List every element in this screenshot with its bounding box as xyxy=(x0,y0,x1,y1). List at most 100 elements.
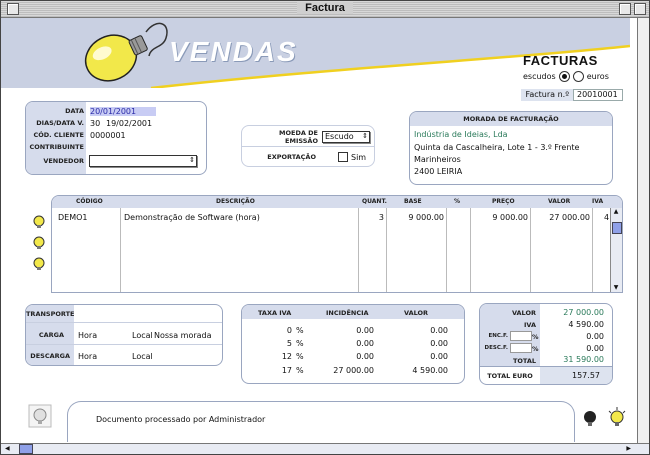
status-message: Documento processado por Administrador xyxy=(96,415,266,424)
client-code-input[interactable]: 0000001 xyxy=(90,131,126,140)
vat-base: 27 000.00 xyxy=(333,366,374,375)
vat-value: 0.00 xyxy=(430,339,448,348)
scroll-down-icon[interactable]: ▼ xyxy=(612,284,620,292)
vat-rate: 12 xyxy=(281,352,292,361)
vat-pct: % xyxy=(296,366,304,375)
vat-pct: % xyxy=(296,352,304,361)
add-line-icon[interactable] xyxy=(33,215,45,228)
taxpayer-label: CONTRIBUINTE xyxy=(29,143,84,151)
load-local[interactable]: Nossa morada xyxy=(154,331,212,340)
descf-value: 0.00 xyxy=(586,344,604,353)
zoom-box[interactable] xyxy=(619,3,631,15)
row-quant: 3 xyxy=(378,213,384,222)
help-lightbulb-icon[interactable] xyxy=(27,403,53,429)
window-vertical-scrollbar[interactable] xyxy=(637,18,649,445)
descf-label: DESC.F. xyxy=(484,345,508,351)
vat-pct: % xyxy=(296,339,304,348)
grand-total: 31 590.00 xyxy=(563,355,604,364)
table-scrollbar[interactable]: ▲ ▼ xyxy=(610,208,622,292)
window-horizontal-scrollbar[interactable]: ◀ ▶ xyxy=(1,443,649,454)
descf-pct: % xyxy=(532,345,539,353)
due-date-input[interactable]: 19/02/2001 xyxy=(106,119,152,128)
title-bar[interactable]: Factura xyxy=(1,1,649,18)
col-divider xyxy=(120,208,121,292)
invoice-info-panel: DATA 20/01/2001 DIAS/DATA V. 30 19/02/20… xyxy=(25,101,207,175)
escudos-radio[interactable] xyxy=(558,71,570,82)
vat-summary-panel: TAXA IVA INCIDÊNCIA VALOR 0 % 0.00 0.00 … xyxy=(241,304,465,384)
lightbulb-icon xyxy=(84,22,168,82)
days-label: DIAS/DATA V. xyxy=(36,119,84,127)
vat-base: 0.00 xyxy=(356,339,374,348)
invoice-lines-table: CÓDIGO DESCRIÇÃO QUANT. BASE % PREÇO VAL… xyxy=(51,195,623,293)
col-iva: IVA xyxy=(592,198,604,205)
row-iva: 4 xyxy=(604,213,610,222)
encf-pct: % xyxy=(532,333,539,341)
transport-panel: TRANSPORTE CARGA Hora Local Nossa morada… xyxy=(25,304,223,366)
vat-value: 0.00 xyxy=(430,326,448,335)
export-checkbox[interactable] xyxy=(338,152,348,162)
total-euro-label: TOTAL EURO xyxy=(487,372,533,380)
row-descricao: Demonstração de Software (hora) xyxy=(124,213,260,222)
line-tools xyxy=(31,213,47,273)
days-input[interactable]: 30 xyxy=(90,119,104,128)
client-code-label: CÓD. CLIENTE xyxy=(33,131,84,139)
billing-line3: 2400 LEIRIA xyxy=(414,167,463,176)
currency-panel: MOEDA DE EMISSÃO Escudo ⇕ EXPORTAÇÃO Sim xyxy=(241,125,375,167)
totals-panel: VALOR 27 000.00 IVA 4 590.00 ENC.F. % 0.… xyxy=(479,303,613,385)
vat-rate-header: TAXA IVA xyxy=(258,309,292,317)
updown-arrow-icon: ⇕ xyxy=(189,156,195,164)
vat-value: 0.00 xyxy=(430,352,448,361)
col-preco: PREÇO xyxy=(492,198,515,205)
euros-radio[interactable] xyxy=(572,71,584,82)
vat-rate: 5 xyxy=(286,339,292,348)
col-descricao: DESCRIÇÃO xyxy=(216,198,255,205)
billing-company: Indústria de Ideias, Lda xyxy=(414,130,508,139)
total-value-label: VALOR xyxy=(511,309,536,317)
vat-value: 4 590.00 xyxy=(412,366,448,375)
vat-pct: % xyxy=(296,326,304,335)
delete-line-icon[interactable] xyxy=(33,257,45,270)
load-time[interactable]: Hora xyxy=(78,331,132,340)
total-vat-label: IVA xyxy=(523,321,536,329)
invoice-number-label: Factura n.º xyxy=(521,89,573,101)
collapse-box[interactable] xyxy=(634,3,646,15)
scroll-thumb[interactable] xyxy=(612,222,622,234)
billing-line2: Marinheiros xyxy=(414,155,461,164)
scroll-left-icon[interactable]: ◀ xyxy=(5,445,10,452)
unload-time[interactable]: Hora xyxy=(78,352,132,361)
header-banner: VENDAS FACTURAS escudos euros xyxy=(1,18,630,88)
date-label: DATA xyxy=(65,107,84,115)
col-quant: QUANT. xyxy=(362,198,387,205)
seller-label: VENDEDOR xyxy=(43,157,84,165)
load-local-label: Local xyxy=(132,330,153,340)
currency-emission-dropdown[interactable]: Escudo ⇕ xyxy=(322,131,370,143)
descf-input[interactable] xyxy=(510,343,532,353)
seller-dropdown[interactable]: ⇕ xyxy=(89,155,197,167)
encf-value: 0.00 xyxy=(586,332,604,341)
window-title: Factura xyxy=(297,2,353,14)
col-pct: % xyxy=(454,198,461,205)
h-scroll-thumb[interactable] xyxy=(19,444,33,454)
unload-label: DESCARGA xyxy=(30,352,70,360)
encf-label: ENC.F. xyxy=(488,333,508,339)
col-codigo: CÓDIGO xyxy=(76,198,103,205)
euros-label: euros xyxy=(586,72,609,81)
date-input[interactable]: 20/01/2001 xyxy=(90,106,156,116)
vat-value-header: VALOR xyxy=(404,309,429,317)
encf-input[interactable] xyxy=(510,331,532,341)
scroll-right-icon[interactable]: ▶ xyxy=(626,445,631,452)
vat-base: 0.00 xyxy=(356,352,374,361)
dark-bulb-icon[interactable] xyxy=(581,409,599,429)
table-header: CÓDIGO DESCRIÇÃO QUANT. BASE % PREÇO VAL… xyxy=(52,196,622,208)
scroll-up-icon[interactable]: ▲ xyxy=(612,208,620,216)
billing-address-panel: MORADA DE FACTURAÇÃO Indústria de Ideias… xyxy=(409,111,613,185)
bright-bulb-icon[interactable] xyxy=(607,407,627,429)
insert-line-icon[interactable] xyxy=(33,236,45,249)
escudos-label: escudos xyxy=(523,72,556,81)
col-divider xyxy=(592,208,593,292)
doc-type-title: FACTURAS xyxy=(523,53,598,68)
invoice-number-input[interactable]: 20010001 xyxy=(573,89,623,101)
status-panel: Documento processado por Administrador xyxy=(67,401,575,442)
col-base: BASE xyxy=(404,198,422,205)
total-value: 27 000.00 xyxy=(563,308,604,317)
